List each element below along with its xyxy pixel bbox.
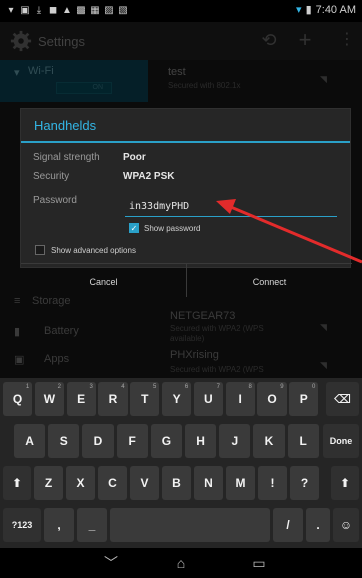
password-input[interactable]: in33dmyPHD [125,199,337,217]
screenshot-icon: ▣ [20,4,30,16]
key-h[interactable]: H [185,424,217,458]
underscore-key[interactable]: _ [77,508,107,542]
key-x[interactable]: X [66,466,95,500]
key-q[interactable]: 1Q [3,382,33,416]
key-k[interactable]: K [253,424,285,458]
clock: 7:40 AM [315,3,356,16]
download-icon: ⤓ [36,4,42,16]
navigation-bar: ﹀ ⌂ ▭ [0,548,362,578]
battery-icon: ▮ [305,4,312,16]
done-key[interactable]: Done [323,424,359,458]
key-hint: 7 [216,384,220,390]
cancel-button[interactable]: Cancel [21,264,186,297]
status-right: ▾ ▮ 7:40 AM [296,3,356,17]
key-l[interactable]: L [287,424,319,458]
upload-icon: ▲ [62,4,72,16]
key-hint: 9 [280,384,284,390]
home-icon[interactable]: ⌂ [166,552,196,574]
shift-key-left[interactable]: ⬆ [3,466,31,500]
key-hint: 6 [184,384,189,390]
check-icon: ▨ [104,4,114,16]
key-hint: 5 [153,384,157,390]
key-t[interactable]: 5T [130,382,160,416]
image-icon: ▩ [76,4,86,16]
show-password-checkbox[interactable]: ✓ [129,223,139,233]
comma-key[interactable]: , [44,508,74,542]
key-r[interactable]: 4R [98,382,128,416]
key-hint: 0 [312,384,316,390]
key-w[interactable]: 2W [34,382,64,416]
wifi-connect-dialog: Handhelds Signal strength Poor Security … [20,108,352,297]
show-password-label[interactable]: Show password [144,224,200,233]
key-y[interactable]: 6Y [162,382,192,416]
key-p[interactable]: 0P [289,382,319,416]
key-u[interactable]: 7U [193,382,223,416]
slash-key[interactable]: / [273,508,303,542]
back-icon[interactable]: ﹀ [96,552,126,574]
wifi-notification-icon: ▾ [8,4,14,16]
connect-button[interactable]: Connect [186,264,352,297]
key-exclamation[interactable]: ! [258,466,287,500]
key-e[interactable]: 3E [66,382,96,416]
key-m[interactable]: M [226,466,255,500]
key-hint: 4 [121,384,125,390]
key-v[interactable]: V [130,466,159,500]
dialog-title: Handhelds [21,109,350,143]
status-bar: ▾ ▣ ⤓ ◼ ▲ ▩ ▦ ▨ ▧ ▾ ▮ 7:40 AM [0,0,362,22]
key-b[interactable]: B [162,466,191,500]
key-z[interactable]: Z [34,466,63,500]
key-j[interactable]: J [219,424,251,458]
password-label: Password [33,195,77,206]
key-a[interactable]: A [14,424,46,458]
signal-strength-label: Signal strength [33,152,100,163]
gallery-icon: ▦ [90,4,100,16]
advanced-options-label[interactable]: Show advanced options [51,246,136,255]
key-i[interactable]: 8I [225,382,255,416]
key-hint: 2 [57,384,61,390]
key-o[interactable]: 9O [257,382,287,416]
key-c[interactable]: C [98,466,127,500]
backspace-key[interactable]: ⌫ [326,382,359,416]
shift-key-right[interactable]: ⬆ [331,466,359,500]
soft-keyboard: 1Q2W3E4R5T6Y7U8I9O0P ASDFGHJKL Z X C V B N M!?… [0,378,362,548]
key-hint: 8 [248,384,252,390]
period-key[interactable]: . [306,508,330,542]
photo-icon: ▧ [118,4,128,16]
emoji-key[interactable]: ☺ [333,508,359,542]
key-s[interactable]: S [48,424,80,458]
dialog-buttons: Cancel Connect [21,263,352,297]
key-f[interactable]: F [116,424,148,458]
key-g[interactable]: G [150,424,182,458]
signal-strength-value: Poor [123,152,146,163]
recent-apps-icon[interactable]: ▭ [244,552,274,574]
key-n[interactable]: N [194,466,223,500]
key-d[interactable]: D [82,424,114,458]
key-question[interactable]: ? [290,466,319,500]
key-hint: 3 [89,384,93,390]
advanced-options-checkbox[interactable] [35,245,45,255]
spacebar-key[interactable] [110,508,270,542]
bag-icon: ◼ [48,4,58,16]
key-hint: 1 [25,384,30,390]
symbols-key[interactable]: ?123 [3,508,41,542]
notification-icons: ▾ ▣ ⤓ ◼ ▲ ▩ ▦ ▨ ▧ [6,4,128,16]
security-value: WPA2 PSK [123,171,175,182]
security-label: Security [33,171,70,182]
wifi-signal-icon: ▾ [296,4,302,16]
